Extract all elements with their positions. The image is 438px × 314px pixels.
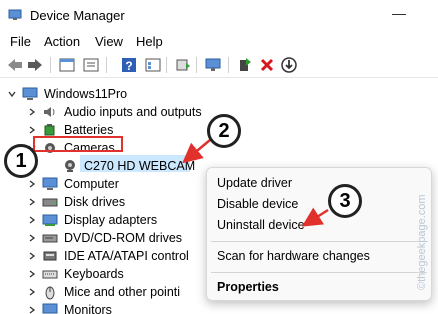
list-icon[interactable] bbox=[82, 56, 100, 74]
menu-view[interactable]: View bbox=[95, 34, 123, 49]
context-menu: Update driver Disable device Uninstall d… bbox=[206, 167, 432, 301]
display-adapter-icon bbox=[42, 214, 58, 226]
menu-help[interactable]: Help bbox=[136, 34, 163, 49]
tree-item-label: Audio inputs and outputs bbox=[64, 105, 202, 119]
computer-icon bbox=[22, 87, 38, 100]
tree-item-display-adapters[interactable]: Display adapters bbox=[28, 211, 178, 229]
tree-item-disk-drives[interactable]: Disk drives bbox=[28, 193, 178, 211]
menu-divider bbox=[211, 272, 427, 273]
watermark-text: ©thegeekpage.com bbox=[416, 194, 428, 290]
scan-hardware-icon[interactable] bbox=[204, 56, 222, 74]
tree-item-label: C270 HD WEBCAM bbox=[84, 159, 196, 173]
disk-icon bbox=[42, 198, 58, 207]
tree-item-label: Monitors bbox=[64, 303, 112, 314]
tree-item-keyboards[interactable]: Keyboards bbox=[28, 265, 178, 283]
callout-2: 2 bbox=[207, 114, 241, 148]
menu-action[interactable]: Action bbox=[44, 34, 80, 49]
help-icon[interactable]: ? bbox=[120, 56, 138, 74]
menu-item-uninstall-device[interactable]: Uninstall device bbox=[217, 218, 305, 232]
device-manager-icon bbox=[8, 9, 22, 20]
uninstall-x-icon[interactable] bbox=[258, 56, 276, 74]
tree-root-label: Windows11Pro bbox=[44, 87, 128, 101]
title-bar: Device Manager bbox=[0, 0, 438, 30]
chevron-down-icon[interactable] bbox=[8, 90, 16, 98]
monitor-icon bbox=[42, 177, 58, 190]
menu-item-properties[interactable]: Properties bbox=[217, 280, 279, 294]
webcam-icon bbox=[65, 160, 75, 172]
chevron-right-icon[interactable] bbox=[28, 216, 36, 224]
toolbar: ? bbox=[0, 52, 438, 78]
tree-item-ide[interactable]: IDE ATA/ATAPI control bbox=[28, 247, 189, 265]
tree-item-computer[interactable]: Computer bbox=[28, 175, 178, 193]
tree-item-mice[interactable]: Mice and other pointi bbox=[28, 283, 181, 301]
menu-item-disable-device[interactable]: Disable device bbox=[217, 197, 298, 211]
ide-icon bbox=[43, 251, 57, 261]
details-icon[interactable] bbox=[144, 56, 162, 74]
chevron-right-icon[interactable] bbox=[28, 270, 36, 278]
back-arrow-icon[interactable] bbox=[6, 56, 24, 74]
tree-item-label: Mice and other pointi bbox=[64, 285, 181, 299]
menu-file[interactable]: File bbox=[10, 34, 31, 49]
svg-text:?: ? bbox=[125, 59, 132, 73]
tree-item-label: Batteries bbox=[64, 123, 114, 137]
tree-root[interactable]: Windows11Pro bbox=[8, 85, 208, 103]
chevron-right-icon[interactable] bbox=[28, 198, 36, 206]
menu-divider bbox=[211, 241, 427, 242]
dvd-icon bbox=[42, 234, 58, 243]
mouse-icon bbox=[45, 286, 55, 300]
callout-3: 3 bbox=[328, 184, 362, 218]
tree-item-label: Keyboards bbox=[64, 267, 124, 281]
tree-item-webcam[interactable]: C270 HD WEBCAM bbox=[48, 157, 198, 175]
forward-arrow-icon[interactable] bbox=[26, 56, 44, 74]
window-title: Device Manager bbox=[30, 8, 125, 23]
tree-item-label: DVD/CD-ROM drives bbox=[64, 231, 183, 245]
menu-bar: File Action View Help bbox=[0, 30, 438, 52]
monitor-icon bbox=[42, 303, 58, 314]
menu-item-scan-hardware[interactable]: Scan for hardware changes bbox=[217, 249, 370, 263]
tree-item-label: Computer bbox=[64, 177, 119, 191]
tree-item-monitors[interactable]: Monitors bbox=[28, 301, 178, 314]
keyboard-icon bbox=[42, 270, 58, 279]
tree-item-label: IDE ATA/ATAPI control bbox=[64, 249, 189, 263]
callout-1: 1 bbox=[4, 144, 38, 178]
tree-item-label: Disk drives bbox=[64, 195, 126, 209]
chevron-right-icon[interactable] bbox=[28, 252, 36, 260]
chevron-right-icon[interactable] bbox=[28, 288, 36, 296]
tree-item-dvd[interactable]: DVD/CD-ROM drives bbox=[28, 229, 182, 247]
chevron-right-icon[interactable] bbox=[28, 180, 36, 188]
enable-device-icon[interactable] bbox=[236, 56, 254, 74]
chevron-right-icon[interactable] bbox=[28, 126, 36, 134]
annotation-highlight-box bbox=[33, 136, 123, 152]
watermark: ©thegeekpage.com bbox=[416, 140, 432, 300]
tree-item-label: Display adapters bbox=[64, 213, 158, 227]
properties-icon[interactable] bbox=[58, 56, 76, 74]
chevron-right-icon[interactable] bbox=[28, 306, 36, 314]
minimize-icon[interactable] bbox=[392, 14, 406, 15]
update-driver-icon[interactable] bbox=[174, 56, 192, 74]
chevron-right-icon[interactable] bbox=[28, 108, 36, 116]
speaker-icon bbox=[44, 107, 55, 117]
chevron-right-icon[interactable] bbox=[28, 234, 36, 242]
menu-item-update-driver[interactable]: Update driver bbox=[217, 176, 292, 190]
download-icon[interactable] bbox=[280, 56, 298, 74]
